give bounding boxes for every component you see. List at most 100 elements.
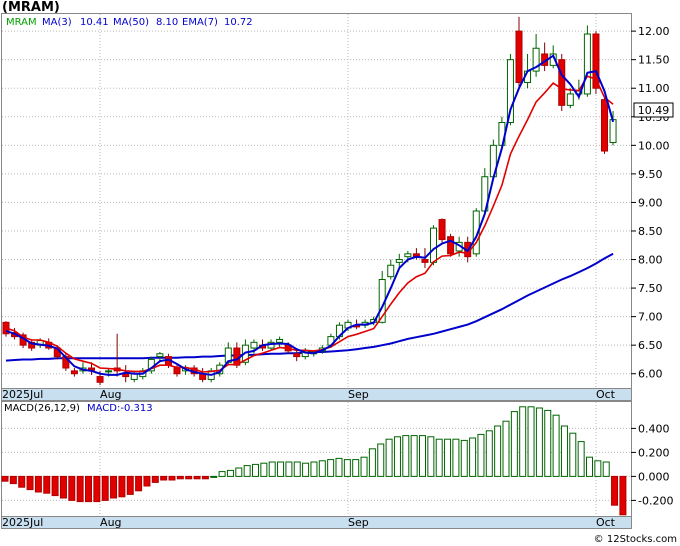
macd-bar-positive	[293, 461, 301, 477]
macd-bar-positive	[285, 461, 293, 477]
macd-bar-negative	[85, 475, 92, 503]
macd-label: MACD(26,12,9)	[4, 403, 80, 414]
macd-bar-positive	[544, 409, 552, 477]
candle-up	[566, 93, 574, 106]
macd-bar-positive	[360, 456, 368, 477]
macd-bar-negative	[118, 475, 126, 498]
macd-bar-negative	[110, 475, 118, 499]
macd-bar-negative	[185, 475, 193, 480]
candle-down	[293, 353, 301, 358]
macd-bar-negative	[68, 475, 76, 501]
macd-bar-positive	[460, 439, 468, 477]
macd-bar-positive	[502, 420, 510, 477]
macd-bar-negative	[43, 475, 51, 494]
macd-bar-negative	[51, 475, 59, 497]
price-x-axis-band	[1, 388, 632, 401]
macd-bar-negative	[135, 475, 143, 492]
legend-ma50-value: 8.10	[156, 17, 178, 28]
macd-bar-positive	[260, 462, 268, 477]
macd-bar-positive	[560, 425, 568, 477]
candle-up	[276, 338, 284, 343]
macd-tick-label: 0.200	[638, 446, 670, 459]
macd-bar-positive	[226, 469, 234, 477]
macd-bar-negative	[59, 475, 67, 499]
macd-bar-positive	[569, 432, 577, 477]
price-y-axis: 6.00 6.50 7.00 7.50 8.00 8.50 9.00 9.50 10.00 10.…	[631, 25, 670, 381]
macd-bar-negative	[18, 475, 26, 488]
price-tick-label: 11.00	[638, 82, 670, 95]
macd-x-axis-band	[1, 516, 632, 529]
last-price-label: 10.49	[638, 104, 670, 117]
macd-bar-positive	[218, 471, 226, 477]
legend-ema7-label: EMA(7)	[182, 17, 218, 28]
macd-bar-positive	[469, 437, 477, 477]
candle-up	[156, 353, 164, 358]
macd-bar-negative	[176, 475, 184, 480]
macd-bar-positive	[343, 459, 351, 477]
candle-down	[173, 367, 181, 375]
price-x-label: 2025Jul	[2, 388, 43, 401]
price-tick-label: 6.50	[638, 339, 663, 352]
macd-bar-positive	[368, 448, 376, 477]
candle-down	[70, 370, 78, 375]
macd-bar-positive	[527, 406, 535, 477]
macd-bar-positive	[335, 457, 343, 477]
macd-bar-positive	[435, 438, 443, 477]
legend: MRAM MA(3) 10.41 MA(50) 8.10 EMA(7) 10.7…	[6, 17, 253, 28]
price-tick-label: 9.50	[638, 168, 663, 181]
legend-ema7-value: 10.72	[224, 17, 253, 28]
legend-symbol: MRAM	[6, 17, 37, 28]
macd-bar-negative	[93, 475, 101, 503]
price-tick-label: 10.00	[638, 139, 670, 152]
macd-bar-positive	[393, 436, 401, 477]
macd-bar-positive	[519, 406, 527, 477]
macd-value-label: MACD:-0.313	[87, 403, 153, 414]
price-tick-label: 8.00	[638, 254, 663, 267]
macd-x-label: Oct	[596, 516, 616, 529]
macd-bar-positive	[310, 461, 318, 477]
macd-bar-positive	[477, 433, 485, 477]
macd-bar-positive	[552, 414, 560, 477]
macd-bar-negative	[1, 475, 9, 482]
macd-bar-negative	[151, 475, 159, 483]
candle-down	[447, 236, 455, 255]
macd-bar-positive	[535, 407, 543, 477]
price-x-label: Oct	[596, 388, 616, 401]
price-tick-label: 11.50	[638, 54, 670, 67]
price-tick-label: 7.00	[638, 311, 663, 324]
candle-up	[583, 33, 591, 95]
candle-down	[438, 219, 446, 241]
macd-bar-negative	[26, 475, 34, 491]
macd-bar-negative	[34, 475, 42, 493]
macd-bar-positive	[510, 411, 518, 477]
macd-bar-negative	[9, 475, 17, 485]
price-tick-label: 12.00	[638, 25, 670, 38]
macd-bar-negative	[193, 475, 201, 480]
price-tick-label: 6.00	[638, 368, 663, 381]
macd-bar-positive	[210, 475, 218, 478]
watermark: © 12Stocks.com	[594, 534, 677, 545]
candle-up	[609, 119, 617, 143]
macd-y-axis: -0.200 0.000 0.200 0.400	[631, 422, 673, 507]
macd-bar-negative	[201, 475, 209, 480]
price-x-label: Sep	[348, 388, 369, 401]
candle-down	[601, 99, 608, 152]
macd-bar-positive	[243, 465, 251, 477]
macd-bar-negative	[160, 475, 168, 481]
macd-bar-positive	[402, 435, 410, 477]
macd-bar-positive	[385, 438, 393, 477]
macd-bar-positive	[377, 443, 385, 477]
macd-bar-positive	[302, 462, 310, 477]
macd-x-label: 2025Jul	[2, 516, 43, 529]
macd-bar-negative	[126, 475, 134, 495]
macd-x-label: Aug	[100, 516, 121, 529]
macd-bar-positive	[602, 461, 610, 477]
chart-title: (MRAM)	[2, 0, 60, 15]
macd-bar-positive	[594, 460, 602, 477]
legend-ma3-label: MA(3)	[42, 17, 72, 28]
price-x-label: Aug	[100, 388, 121, 401]
price-tick-label: 7.50	[638, 282, 663, 295]
candle-down	[515, 30, 523, 84]
stock-chart: 6.00 6.50 7.00 7.50 8.00 8.50 9.00 9.50 10.00 10.…	[1, 0, 677, 545]
macd-bar-negative	[143, 475, 151, 487]
